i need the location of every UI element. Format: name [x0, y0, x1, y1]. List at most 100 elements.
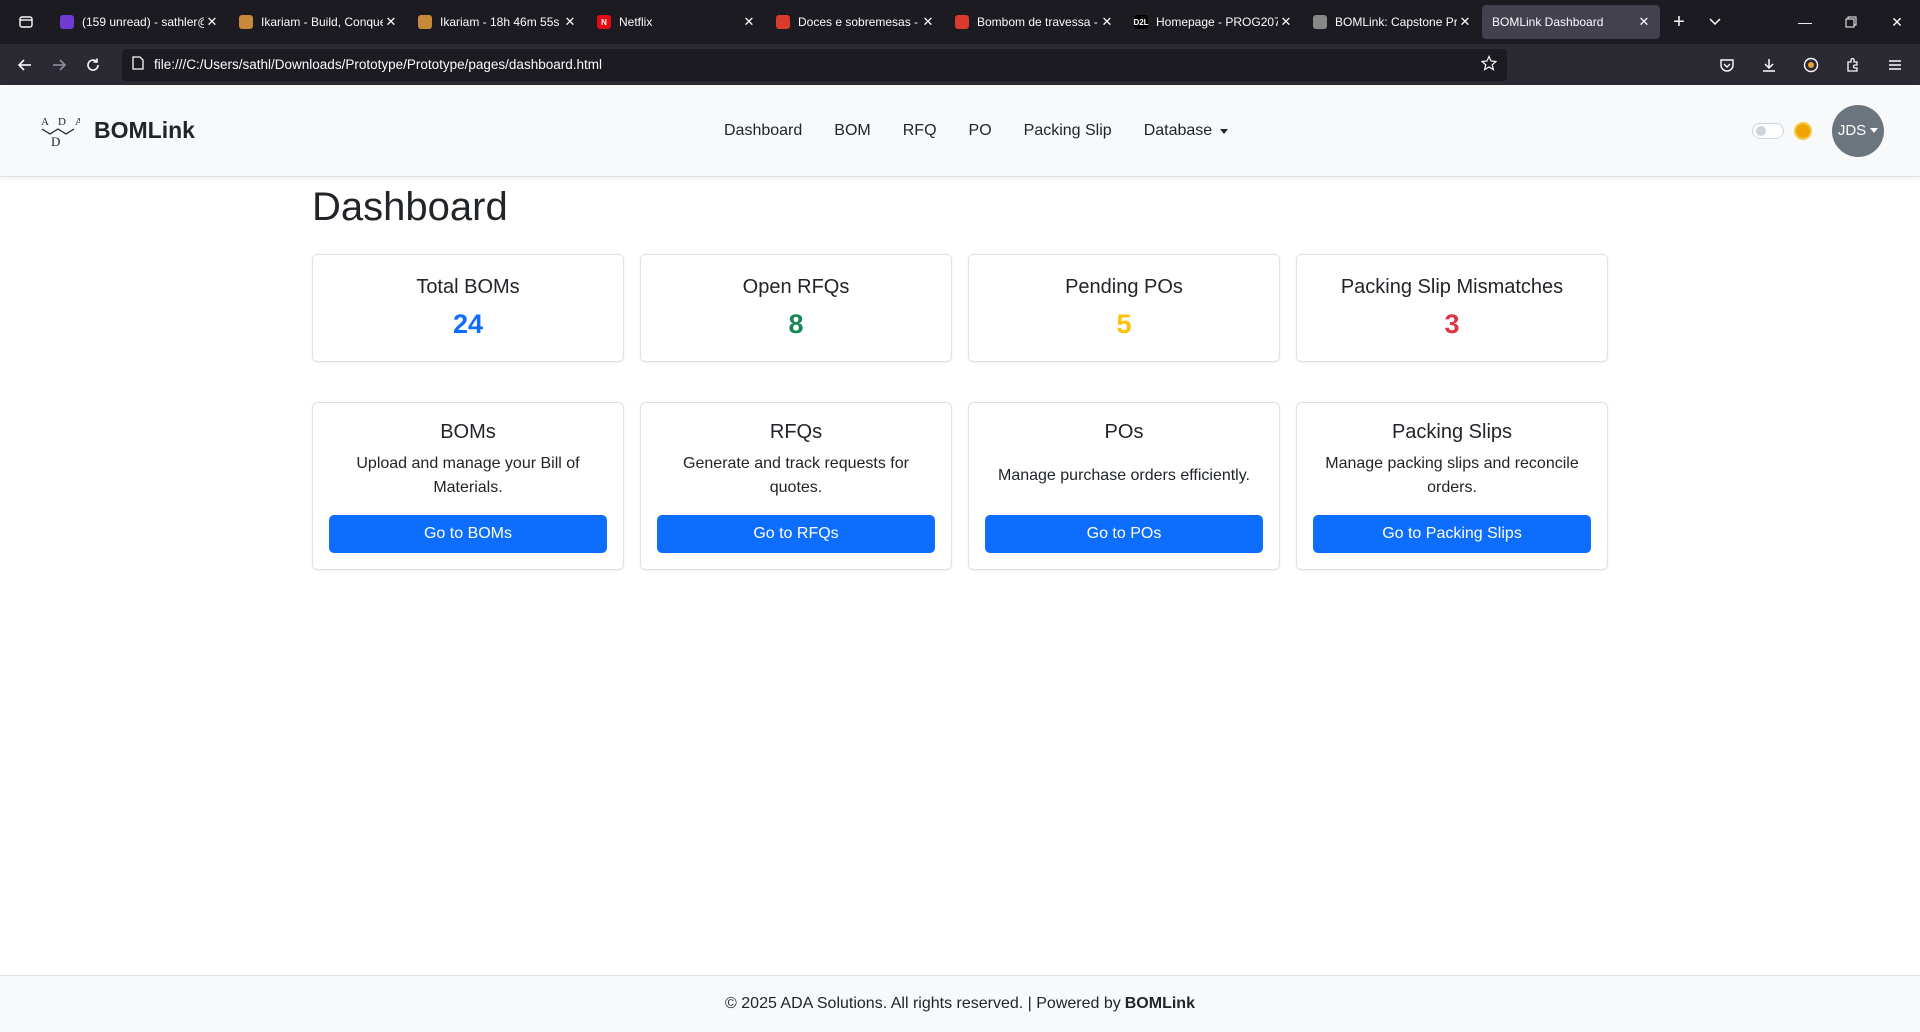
tab-close-icon[interactable]: ✕ [1099, 14, 1115, 30]
user-avatar-dropdown[interactable]: JDS [1832, 104, 1884, 157]
action-card-title: BOMs [440, 421, 496, 443]
downloads-icon[interactable] [1752, 50, 1786, 80]
main-nav: Dashboard BOM RFQ PO Packing Slip Databa… [724, 85, 1260, 177]
tab-favicon-icon [60, 15, 74, 29]
nav-bom[interactable]: BOM [834, 122, 870, 140]
footer-text: © 2025 ADA Solutions. All rights reserve… [725, 995, 1121, 1012]
theme-toggle[interactable] [1752, 122, 1784, 139]
nav-rfq[interactable]: RFQ [903, 122, 937, 140]
action-card: BOMs Upload and manage your Bill of Mater… [312, 402, 624, 570]
actions-row: BOMs Upload and manage your Bill of Mater… [312, 402, 1608, 570]
stat-card: Packing Slip Mismatches 3 [1296, 254, 1608, 362]
tab-close-icon[interactable]: ✕ [204, 14, 220, 30]
tab-close-icon[interactable]: ✕ [741, 14, 757, 30]
tab-list-icon[interactable] [12, 8, 40, 36]
action-card: RFQs Generate and track requests for quot… [640, 402, 952, 570]
action-card: POs Manage purchase orders efficiently. Go… [968, 402, 1280, 570]
action-card-description: Manage packing slips and reconcile order… [1325, 455, 1579, 496]
tab-close-icon[interactable]: ✕ [1457, 14, 1473, 30]
browser-tab[interactable]: BOMLink Dashboard ✕ [1482, 5, 1660, 39]
browser-tab[interactable]: (159 unread) - sathler@ ✕ [50, 5, 228, 39]
stat-value: 5 [1116, 309, 1132, 339]
browser-tab[interactable]: Ikariam - 18h 46m 55s ✕ [408, 5, 586, 39]
action-card: Packing Slips Manage packing slips and re… [1296, 402, 1608, 570]
extensions-icon[interactable] [1836, 50, 1870, 80]
account-icon[interactable] [1794, 50, 1828, 80]
browser-tab-bar: (159 unread) - sathler@ ✕ Ikariam - Build,… [0, 0, 1920, 44]
tab-close-icon[interactable]: ✕ [1636, 14, 1652, 30]
new-tab-icon[interactable]: + [1661, 0, 1697, 44]
nav-packing-slip[interactable]: Packing Slip [1024, 122, 1112, 140]
go-to-button[interactable]: Go to BOMs [329, 515, 607, 553]
action-card-title: RFQs [769, 421, 823, 443]
nav-database-label: Database [1143, 122, 1213, 139]
tab-overflow-chevron-icon[interactable] [1697, 0, 1733, 44]
tab-title: Netflix [619, 15, 653, 29]
tab-favicon-icon [418, 15, 432, 29]
browser-nav-bar: file:///C:/Users/sathl/Downloads/Prototy… [0, 44, 1920, 85]
go-to-button[interactable]: Go to Packing Slips [1313, 515, 1591, 553]
reload-icon[interactable] [76, 50, 110, 80]
tab-close-icon[interactable]: ✕ [920, 14, 936, 30]
footer-brand: BOMLink [1124, 995, 1195, 1012]
tab-title: Bombom de travessa - [977, 15, 1098, 29]
bookmark-star-icon[interactable] [1480, 55, 1498, 74]
stat-label: Pending POs [1065, 276, 1183, 298]
page-title: Dashboard [312, 185, 508, 229]
nav-dashboard[interactable]: Dashboard [724, 122, 802, 140]
action-card-description: Generate and track requests for quotes. [683, 455, 909, 496]
forward-icon[interactable] [42, 50, 76, 80]
tab-title: Ikariam - Build, Conquer [261, 15, 383, 29]
tab-close-icon[interactable]: ✕ [562, 14, 578, 30]
tab-favicon-icon [1313, 15, 1327, 29]
stats-row: Total BOMs 24 Open RFQs 8 Pending POs 5 Packin… [312, 254, 1608, 362]
stat-card: Open RFQs 8 [640, 254, 952, 362]
tab-close-icon[interactable]: ✕ [383, 14, 399, 30]
browser-tab[interactable]: D2L Homepage - PROG2070 ✕ [1124, 5, 1302, 39]
footer: © 2025 ADA Solutions. All rights reserve… [0, 975, 1920, 1032]
tab-close-icon[interactable]: ✕ [1278, 14, 1294, 30]
menu-icon[interactable] [1878, 50, 1912, 80]
tab-title: Ikariam - 18h 46m 55s [440, 15, 560, 29]
stat-value: 24 [452, 309, 484, 339]
action-card-title: Packing Slips [1391, 421, 1513, 443]
caret-down-icon [1220, 128, 1229, 134]
svg-text:ADA: ADA [41, 116, 80, 128]
action-card-description: Upload and manage your Bill of Materials… [356, 455, 580, 496]
main-content: Dashboard Total BOMs 24 Open RFQs 8 Pending … [312, 177, 1608, 570]
nav-po[interactable]: PO [969, 122, 992, 140]
restore-icon[interactable] [1828, 0, 1874, 44]
tab-favicon-icon: D2L [1133, 15, 1149, 29]
close-window-icon[interactable]: ✕ [1874, 0, 1920, 44]
browser-tab[interactable]: Ikariam - Build, Conquer ✕ [229, 5, 407, 39]
tab-favicon-icon: N [597, 15, 611, 29]
tab-title: BOMLink Dashboard [1492, 15, 1604, 29]
stat-card: Pending POs 5 [968, 254, 1280, 362]
ada-logo: ADA D [41, 116, 80, 149]
brand[interactable]: ADA D BOMLink [36, 113, 195, 149]
pocket-icon[interactable] [1710, 50, 1744, 80]
app-header: ADA D BOMLink Dashboard BOM RFQ PO Packi… [0, 85, 1920, 177]
stat-label: Open RFQs [742, 276, 850, 298]
tab-favicon-icon [776, 15, 790, 29]
nav-database-dropdown[interactable]: Database [1144, 122, 1229, 140]
action-card-title: POs [1104, 421, 1144, 443]
stat-label: Packing Slip Mismatches [1340, 276, 1564, 298]
stat-value: 8 [788, 309, 804, 339]
tab-title: Doces e sobremesas - F [798, 15, 920, 29]
stat-card: Total BOMs 24 [312, 254, 624, 362]
go-to-button[interactable]: Go to RFQs [657, 515, 935, 553]
browser-tab[interactable]: BOMLink: Capstone Pro ✕ [1303, 5, 1481, 39]
address-bar[interactable]: file:///C:/Users/sathl/Downloads/Prototy… [122, 48, 1507, 81]
svg-text:D: D [51, 134, 60, 149]
page-icon [132, 56, 144, 73]
stat-label: Total BOMs [416, 276, 520, 298]
go-to-button[interactable]: Go to POs [985, 515, 1263, 553]
browser-tab[interactable]: N Netflix ✕ [587, 5, 765, 39]
browser-tab[interactable]: Bombom de travessa - ✕ [945, 5, 1123, 39]
tab-title: Homepage - PROG2070 [1156, 15, 1278, 29]
browser-tab[interactable]: Doces e sobremesas - F ✕ [766, 5, 944, 39]
minimize-icon[interactable]: — [1782, 0, 1828, 44]
back-icon[interactable] [8, 50, 42, 80]
tab-favicon-icon [239, 15, 253, 29]
